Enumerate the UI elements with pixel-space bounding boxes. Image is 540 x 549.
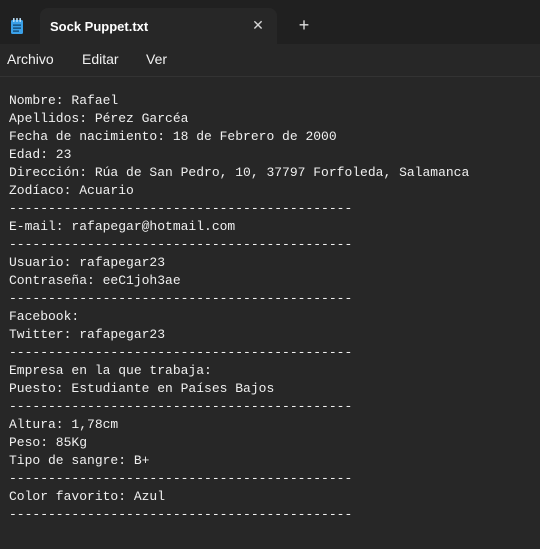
notepad-icon: [10, 18, 24, 34]
close-tab-icon[interactable]: ✕: [248, 15, 268, 35]
menu-view[interactable]: Ver: [146, 51, 167, 67]
text-editor[interactable]: Nombre: Rafael Apellidos: Pérez Garcéa F…: [0, 76, 540, 549]
tab-title: Sock Puppet.txt: [50, 19, 149, 34]
menu-edit[interactable]: Editar: [82, 51, 119, 67]
new-tab-button[interactable]: +: [294, 14, 314, 36]
title-bar: Sock Puppet.txt ✕ +: [0, 0, 540, 44]
document-text[interactable]: Nombre: Rafael Apellidos: Pérez Garcéa F…: [9, 92, 469, 524]
document-tab[interactable]: Sock Puppet.txt ✕: [40, 8, 277, 44]
menu-file[interactable]: Archivo: [7, 51, 54, 67]
menu-bar: Archivo Editar Ver: [0, 44, 540, 76]
